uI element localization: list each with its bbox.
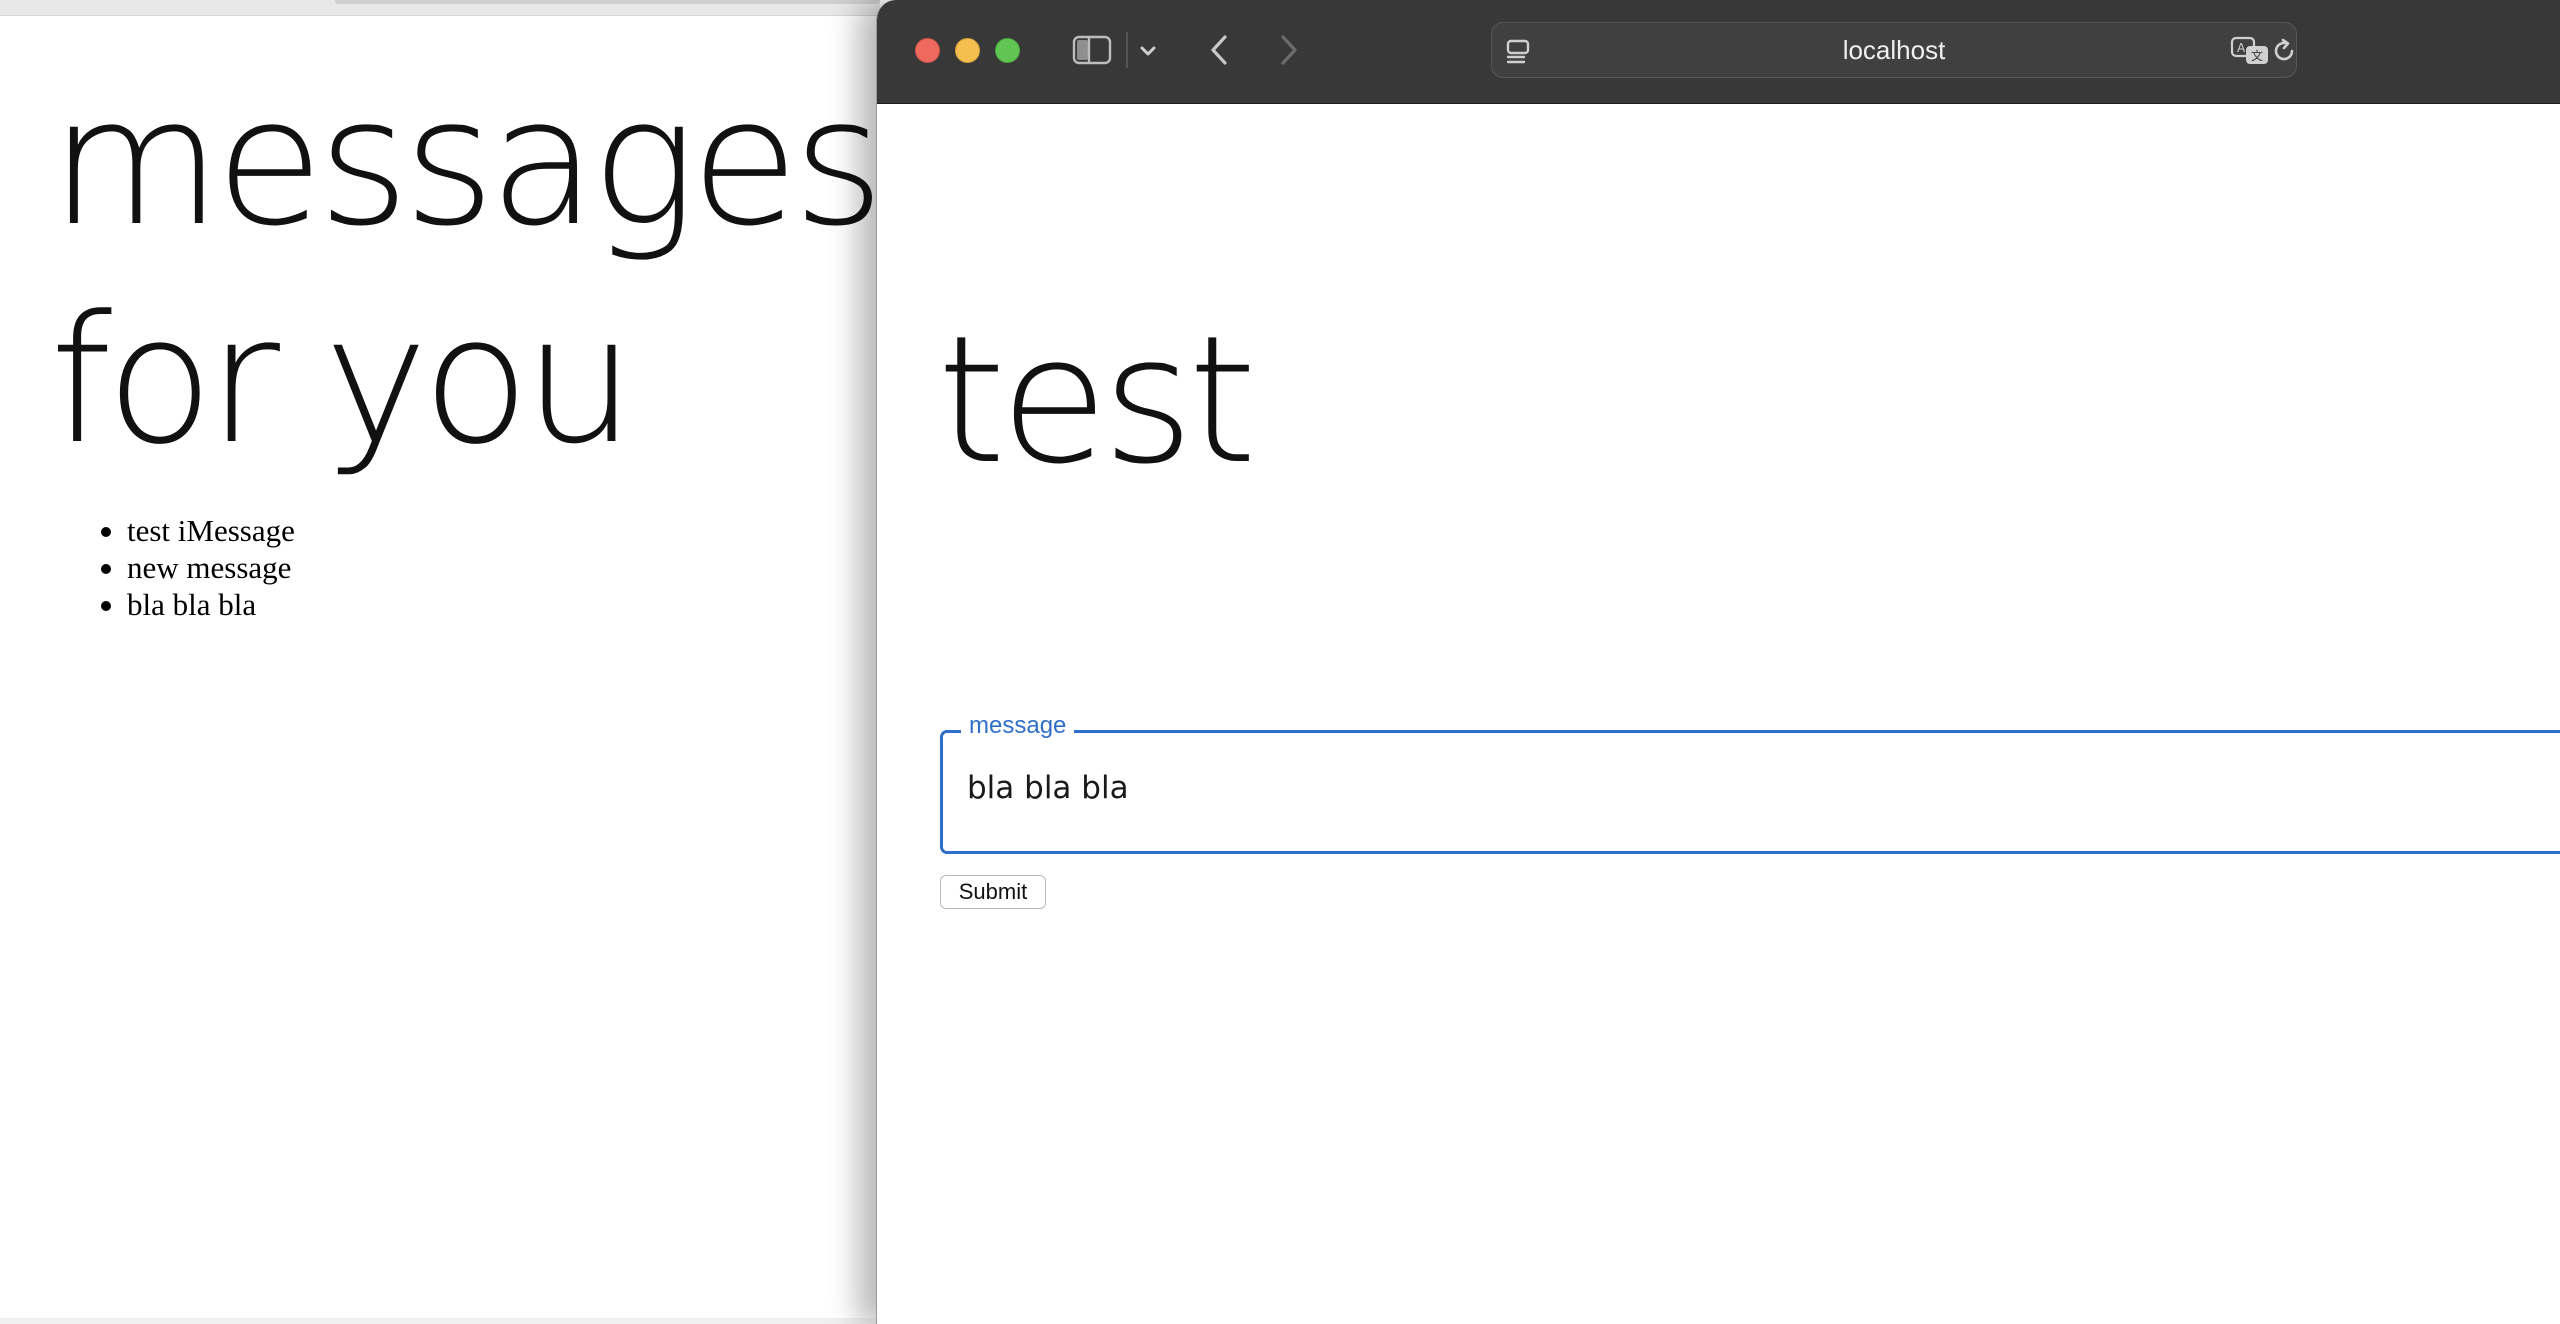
list-item: bla bla bla (101, 586, 295, 623)
page-title: test (937, 298, 1257, 503)
background-window-toolbar (0, 0, 880, 16)
svg-text:文: 文 (2251, 48, 2263, 63)
reload-icon[interactable] (2270, 37, 2298, 65)
maximize-icon[interactable] (995, 38, 1020, 63)
svg-text:A: A (2237, 41, 2246, 55)
url-text[interactable]: localhost (1492, 23, 2296, 77)
minimize-icon[interactable] (955, 38, 980, 63)
message-field[interactable]: message (940, 711, 2560, 854)
messages-heading-line1: messages (50, 60, 880, 265)
back-button[interactable] (1199, 30, 1239, 70)
sidebar-menu-button[interactable] (1135, 38, 1161, 64)
browser-toolbar: localhost A 文 (877, 0, 2560, 104)
chevron-left-icon (1211, 35, 1227, 65)
background-window: messages for you test iMessage new messa… (0, 0, 880, 1324)
translate-icon[interactable]: A 文 (2230, 36, 2270, 66)
chevron-down-icon (1140, 46, 1156, 56)
forward-button[interactable] (1269, 30, 1309, 70)
message-field-label: message (961, 711, 1075, 741)
message-input[interactable] (967, 763, 2467, 813)
list-item: new message (101, 549, 295, 586)
address-bar[interactable]: localhost A 文 (1491, 22, 2297, 78)
toolbar-divider (1126, 32, 1128, 68)
browser-window: localhost A 文 test message Submit (876, 0, 2560, 1324)
sidebar-icon (1072, 35, 1112, 65)
chevron-right-icon (1281, 35, 1297, 65)
message-list: test iMessage new message bla bla bla (101, 512, 295, 623)
list-item: test iMessage (101, 513, 295, 548)
sidebar-button[interactable] (1070, 32, 1114, 68)
background-window-tab-edge (335, 0, 880, 4)
background-window-bottom-edge (0, 1318, 880, 1324)
submit-button[interactable]: Submit (940, 875, 1046, 909)
messages-heading: messages for you (50, 54, 880, 490)
messages-heading-line2: for you (50, 278, 635, 483)
close-icon[interactable] (915, 38, 940, 63)
